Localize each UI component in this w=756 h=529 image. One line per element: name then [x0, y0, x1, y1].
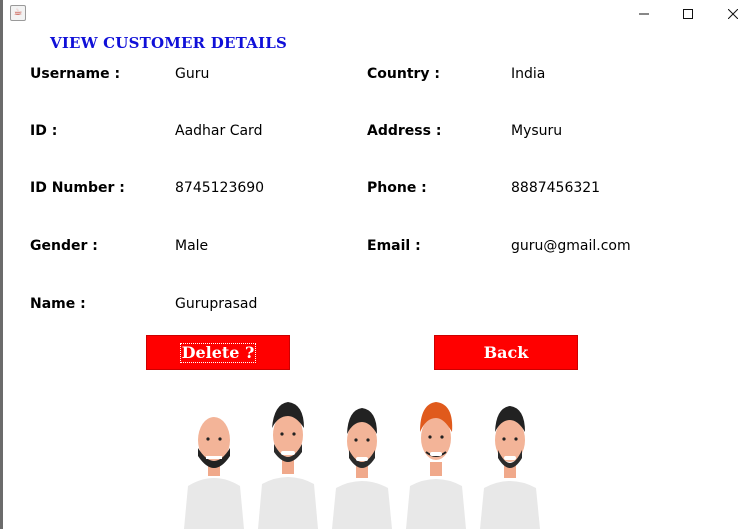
username-value: Guru	[175, 66, 210, 82]
maximize-icon	[683, 9, 693, 19]
gender-label: Gender :	[30, 238, 98, 254]
group-of-five-men-illustration	[170, 398, 550, 529]
id-number-label: ID Number :	[30, 180, 125, 196]
person-goatee-icon	[480, 406, 540, 529]
country-label: Country :	[367, 66, 441, 82]
address-value: Mysuru	[511, 123, 563, 139]
gender-value: Male	[175, 238, 209, 254]
phone-value: 8887456321	[511, 180, 601, 196]
id-number-value: 8745123690	[175, 180, 265, 196]
phone-label: Phone :	[367, 180, 427, 196]
name-value: Guruprasad	[175, 296, 258, 312]
minimize-button[interactable]	[621, 0, 667, 28]
back-button[interactable]: Back	[434, 335, 578, 370]
window-left-edge	[0, 0, 3, 529]
person-bald-icon	[184, 417, 244, 529]
id-value: Aadhar Card	[175, 123, 263, 139]
title-bar: ☕	[3, 0, 756, 28]
country-value: India	[511, 66, 546, 82]
email-label: Email :	[367, 238, 421, 254]
close-button[interactable]	[710, 0, 756, 28]
person-dark-hair-icon	[258, 402, 318, 529]
close-icon	[728, 9, 738, 19]
address-label: Address :	[367, 123, 442, 139]
delete-button-label: Delete ?	[179, 342, 257, 363]
person-short-hair-icon	[332, 408, 392, 529]
username-label: Username :	[30, 66, 121, 82]
person-ginger-hair-icon	[406, 402, 466, 529]
minimize-icon	[639, 13, 649, 15]
id-label: ID :	[30, 123, 58, 139]
name-label: Name :	[30, 296, 86, 312]
page-title: VIEW CUSTOMER DETAILS	[50, 34, 287, 52]
delete-button[interactable]: Delete ?	[146, 335, 290, 370]
maximize-button[interactable]	[665, 0, 711, 28]
java-icon: ☕	[10, 5, 26, 21]
email-value: guru@gmail.com	[511, 238, 631, 254]
back-button-label: Back	[483, 343, 529, 362]
